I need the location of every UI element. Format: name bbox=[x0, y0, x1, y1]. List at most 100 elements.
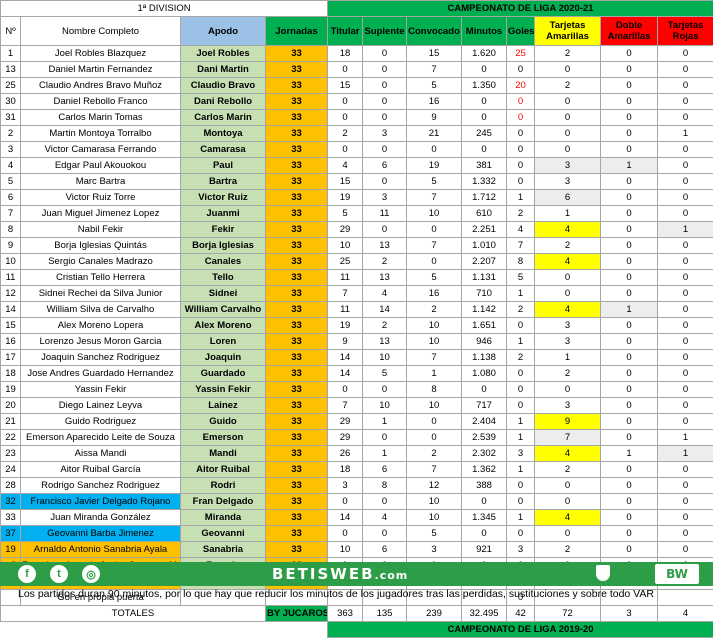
player-doble[interactable]: 0 bbox=[601, 414, 658, 430]
player-rojas[interactable]: 0 bbox=[658, 478, 713, 494]
player-minutos[interactable]: 1.362 bbox=[462, 462, 507, 478]
player-convocado[interactable]: 10 bbox=[407, 398, 462, 414]
player-name[interactable]: Martin Montoya Torralbo bbox=[21, 126, 181, 142]
player-titular[interactable]: 7 bbox=[328, 286, 363, 302]
player-num[interactable]: 19 bbox=[1, 382, 21, 398]
player-doble[interactable]: 0 bbox=[601, 238, 658, 254]
player-apodo[interactable]: Fekir bbox=[181, 222, 266, 238]
player-minutos[interactable]: 710 bbox=[462, 286, 507, 302]
player-titular[interactable]: 9 bbox=[328, 334, 363, 350]
player-doble[interactable]: 0 bbox=[601, 190, 658, 206]
player-name[interactable]: Victor Camarasa Ferrando bbox=[21, 142, 181, 158]
player-rojas[interactable]: 0 bbox=[658, 158, 713, 174]
player-amarillas[interactable]: 0 bbox=[535, 526, 601, 542]
player-amarillas[interactable]: 0 bbox=[535, 494, 601, 510]
player-jornadas[interactable]: 33 bbox=[266, 366, 328, 382]
player-doble[interactable]: 0 bbox=[601, 430, 658, 446]
player-titular[interactable]: 15 bbox=[328, 78, 363, 94]
player-num[interactable]: 15 bbox=[1, 318, 21, 334]
player-doble[interactable]: 0 bbox=[601, 110, 658, 126]
player-jornadas[interactable]: 33 bbox=[266, 430, 328, 446]
player-suplente[interactable]: 10 bbox=[363, 350, 407, 366]
player-convocado[interactable]: 0 bbox=[407, 222, 462, 238]
player-rojas[interactable]: 0 bbox=[658, 206, 713, 222]
player-minutos[interactable]: 1.350 bbox=[462, 78, 507, 94]
player-goles[interactable]: 0 bbox=[507, 142, 535, 158]
player-rojas[interactable]: 0 bbox=[658, 270, 713, 286]
player-num[interactable]: 12 bbox=[1, 286, 21, 302]
player-amarillas[interactable]: 4 bbox=[535, 222, 601, 238]
player-titular[interactable]: 14 bbox=[328, 510, 363, 526]
player-convocado[interactable]: 2 bbox=[407, 302, 462, 318]
player-doble[interactable]: 0 bbox=[601, 526, 658, 542]
player-goles[interactable]: 8 bbox=[507, 254, 535, 270]
player-minutos[interactable]: 0 bbox=[462, 142, 507, 158]
player-jornadas[interactable]: 33 bbox=[266, 46, 328, 62]
player-doble[interactable]: 0 bbox=[601, 542, 658, 558]
player-goles[interactable]: 2 bbox=[507, 350, 535, 366]
player-num[interactable]: 13 bbox=[1, 62, 21, 78]
player-titular[interactable]: 19 bbox=[328, 318, 363, 334]
player-goles[interactable]: 0 bbox=[507, 110, 535, 126]
player-amarillas[interactable]: 0 bbox=[535, 286, 601, 302]
player-rojas[interactable]: 0 bbox=[658, 110, 713, 126]
player-titular[interactable]: 7 bbox=[328, 398, 363, 414]
player-doble[interactable]: 0 bbox=[601, 350, 658, 366]
player-minutos[interactable]: 610 bbox=[462, 206, 507, 222]
player-titular[interactable]: 11 bbox=[328, 270, 363, 286]
player-amarillas[interactable]: 0 bbox=[535, 142, 601, 158]
player-doble[interactable]: 1 bbox=[601, 158, 658, 174]
player-name[interactable]: Daniel Martin Fernandez bbox=[21, 62, 181, 78]
player-rojas[interactable]: 0 bbox=[658, 398, 713, 414]
player-doble[interactable]: 0 bbox=[601, 478, 658, 494]
player-apodo[interactable]: Loren bbox=[181, 334, 266, 350]
player-goles[interactable]: 0 bbox=[507, 494, 535, 510]
player-suplente[interactable]: 6 bbox=[363, 158, 407, 174]
player-jornadas[interactable]: 33 bbox=[266, 206, 328, 222]
player-name[interactable]: Nabil Fekir bbox=[21, 222, 181, 238]
player-amarillas[interactable]: 0 bbox=[535, 62, 601, 78]
player-amarillas[interactable]: 6 bbox=[535, 190, 601, 206]
player-goles[interactable]: 0 bbox=[507, 158, 535, 174]
player-jornadas[interactable]: 33 bbox=[266, 318, 328, 334]
player-rojas[interactable]: 0 bbox=[658, 366, 713, 382]
player-goles[interactable]: 3 bbox=[507, 446, 535, 462]
campeonato-prev-title[interactable]: CAMPEONATO DE LIGA 2019-20 bbox=[328, 622, 713, 638]
player-amarillas[interactable]: 3 bbox=[535, 318, 601, 334]
player-suplente[interactable]: 3 bbox=[363, 126, 407, 142]
player-num[interactable]: 32 bbox=[1, 494, 21, 510]
player-amarillas[interactable]: 1 bbox=[535, 350, 601, 366]
player-minutos[interactable]: 1.620 bbox=[462, 46, 507, 62]
player-apodo[interactable]: Alex Moreno bbox=[181, 318, 266, 334]
player-convocado[interactable]: 10 bbox=[407, 318, 462, 334]
player-apodo[interactable]: Guardado bbox=[181, 366, 266, 382]
player-goles[interactable]: 1 bbox=[507, 462, 535, 478]
player-name[interactable]: Cristian Tello Herrera bbox=[21, 270, 181, 286]
player-jornadas[interactable]: 33 bbox=[266, 222, 328, 238]
player-rojas[interactable]: 0 bbox=[658, 334, 713, 350]
player-minutos[interactable]: 1.651 bbox=[462, 318, 507, 334]
player-name[interactable]: Edgar Paul Akouokou bbox=[21, 158, 181, 174]
player-titular[interactable]: 5 bbox=[328, 206, 363, 222]
player-goles[interactable]: 0 bbox=[507, 174, 535, 190]
player-doble[interactable]: 0 bbox=[601, 286, 658, 302]
player-minutos[interactable]: 0 bbox=[462, 526, 507, 542]
player-name[interactable]: Borja Iglesias Quintás bbox=[21, 238, 181, 254]
player-minutos[interactable]: 0 bbox=[462, 94, 507, 110]
player-doble[interactable]: 0 bbox=[601, 46, 658, 62]
player-rojas[interactable]: 0 bbox=[658, 414, 713, 430]
player-num[interactable]: 19 bbox=[1, 542, 21, 558]
player-titular[interactable]: 4 bbox=[328, 158, 363, 174]
player-goles[interactable]: 0 bbox=[507, 126, 535, 142]
player-rojas[interactable]: 0 bbox=[658, 318, 713, 334]
player-rojas[interactable]: 0 bbox=[658, 526, 713, 542]
player-doble[interactable]: 0 bbox=[601, 126, 658, 142]
player-apodo[interactable]: Juanmi bbox=[181, 206, 266, 222]
player-titular[interactable]: 0 bbox=[328, 110, 363, 126]
player-jornadas[interactable]: 33 bbox=[266, 78, 328, 94]
player-minutos[interactable]: 946 bbox=[462, 334, 507, 350]
player-minutos[interactable]: 2.539 bbox=[462, 430, 507, 446]
player-name[interactable]: Guido Rodriguez bbox=[21, 414, 181, 430]
player-minutos[interactable]: 0 bbox=[462, 494, 507, 510]
player-num[interactable]: 14 bbox=[1, 302, 21, 318]
